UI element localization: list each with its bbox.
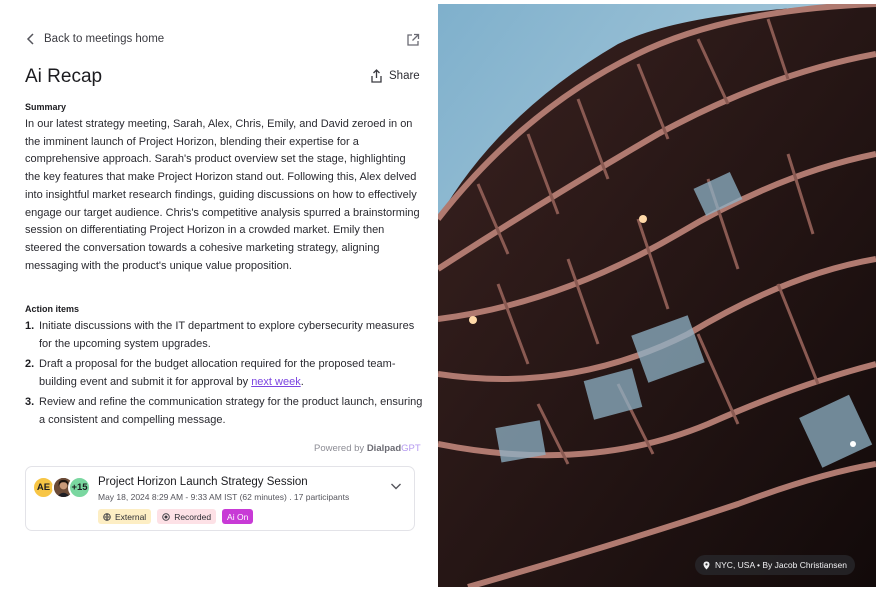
next-week-link[interactable]: next week bbox=[251, 376, 301, 388]
list-item: 1. Initiate discussions with the IT depa… bbox=[25, 318, 423, 353]
location-pin-icon bbox=[703, 561, 710, 569]
architecture-photo: NYC, USA • By Jacob Christiansen bbox=[438, 4, 876, 587]
tag-ai-on: Ai On bbox=[222, 509, 254, 524]
tag-external: External bbox=[98, 509, 152, 524]
external-link-icon[interactable] bbox=[406, 33, 420, 47]
share-button[interactable]: Share bbox=[370, 69, 420, 83]
item-number: 3. bbox=[25, 396, 35, 408]
item-text-end: . bbox=[300, 375, 304, 388]
page-title: Ai Recap bbox=[25, 66, 103, 87]
globe-icon bbox=[103, 512, 111, 521]
item-text: Draft a proposal for the budget allocati… bbox=[39, 356, 423, 391]
photo-caption: NYC, USA • By Jacob Christiansen bbox=[695, 555, 855, 575]
action-items-list: 1. Initiate discussions with the IT depa… bbox=[25, 318, 423, 432]
action-items-heading: Action items bbox=[25, 304, 80, 314]
tag-recorded: Recorded bbox=[157, 509, 217, 524]
item-number: 1. bbox=[25, 320, 35, 332]
item-text: Initiate discussions with the IT departm… bbox=[39, 320, 415, 350]
meeting-title: Project Horizon Launch Strategy Session bbox=[98, 476, 308, 488]
more-participants-badge: +15 bbox=[68, 476, 91, 499]
photo-caption-text: NYC, USA • By Jacob Christiansen bbox=[715, 560, 847, 570]
item-number: 2. bbox=[25, 358, 35, 370]
powered-by-label: Powered by DialpadGPT bbox=[314, 443, 421, 454]
meeting-card[interactable]: AE +15 Project Horizon Launch Strategy S… bbox=[25, 466, 415, 531]
share-icon bbox=[371, 69, 382, 83]
share-label: Share bbox=[389, 70, 420, 82]
summary-heading: Summary bbox=[25, 102, 67, 112]
meeting-details: May 18, 2024 8:29 AM - 9:33 AM IST (62 m… bbox=[98, 492, 350, 502]
back-link-label: Back to meetings home bbox=[44, 33, 165, 45]
record-icon bbox=[162, 512, 170, 521]
recap-panel: Back to meetings home Ai Recap Share Sum… bbox=[0, 0, 438, 591]
powered-suffix: GPT bbox=[401, 443, 421, 454]
item-text: Review and refine the communication stra… bbox=[39, 396, 423, 426]
list-item: 2. Draft a proposal for the budget alloc… bbox=[25, 356, 423, 391]
building-image bbox=[438, 4, 876, 587]
item-text-start: Draft a proposal for the budget allocati… bbox=[39, 358, 396, 388]
powered-prefix: Powered by bbox=[314, 443, 367, 454]
tag-recorded-label: Recorded bbox=[174, 511, 212, 522]
summary-text: In our latest strategy meeting, Sarah, A… bbox=[25, 118, 420, 272]
back-to-meetings-link[interactable]: Back to meetings home bbox=[26, 33, 164, 45]
chevron-left-icon bbox=[26, 33, 34, 45]
meeting-tags: External Recorded Ai On bbox=[98, 509, 254, 524]
list-item: 3. Review and refine the communication s… bbox=[25, 394, 423, 429]
powered-brand: Dialpad bbox=[366, 443, 402, 454]
chevron-down-icon[interactable] bbox=[390, 481, 402, 491]
tag-external-label: External bbox=[115, 511, 147, 522]
